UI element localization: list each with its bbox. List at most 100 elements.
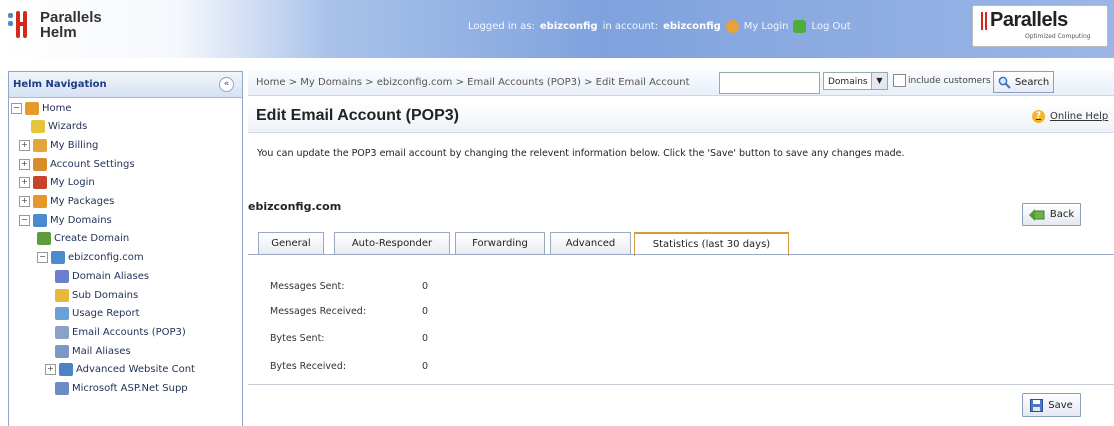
expand-icon[interactable]: + [19, 158, 30, 170]
stat-label-bytes-sent: Bytes Sent: [270, 333, 325, 344]
domain-aliases-icon [55, 269, 69, 283]
aspnet-icon [55, 382, 69, 395]
chevron-down-icon[interactable]: ▼ [871, 73, 887, 89]
domain-icon [51, 251, 65, 265]
sidebar-item-label: ebizconfig.com [68, 252, 144, 264]
login-icon [33, 176, 47, 190]
sidebar-item[interactable]: − Home [11, 99, 72, 117]
sidebar-item-label: Email Accounts (POP3) [72, 326, 186, 338]
sidebar-item[interactable]: Domain Aliases [55, 267, 149, 285]
search-button-label: Search [1014, 76, 1050, 88]
sidebar-item[interactable]: Create Domain [37, 230, 129, 248]
collapse-icon[interactable]: − [19, 214, 30, 226]
account-name: ebizconfig [663, 21, 721, 32]
logged-in-prefix: Logged in as: [468, 21, 535, 32]
user-icon [725, 20, 739, 33]
sidebar-item[interactable]: − ebizconfig.com [37, 249, 144, 267]
stat-label-messages-sent: Messages Sent: [270, 281, 345, 292]
sidebar-item-label: My Billing [50, 139, 99, 151]
tab-advanced[interactable]: Advanced [550, 232, 631, 254]
sidebar-item[interactable]: + My Packages [19, 193, 114, 211]
sidebar-item[interactable]: Wizards [31, 118, 87, 136]
collapse-icon[interactable]: − [11, 102, 22, 114]
parallels-brand-logo: Parallels Optimized Computing [972, 5, 1108, 47]
sidebar-item-label: Advanced Website Cont [76, 364, 195, 376]
collapse-icon[interactable]: − [37, 252, 48, 264]
online-help-link[interactable]: ? Online Help [1032, 110, 1108, 123]
sidebar-header: Helm Navigation « [9, 72, 242, 98]
sidebar-item[interactable]: Usage Report [55, 305, 140, 323]
parallels-bars-icon [981, 12, 987, 30]
search-input[interactable] [719, 72, 820, 94]
app-name-line1: Parallels [40, 9, 102, 26]
tab-divider [248, 254, 1114, 255]
domains-icon [33, 213, 47, 227]
expand-icon[interactable]: + [19, 177, 30, 189]
collapse-icon[interactable]: « [219, 77, 234, 92]
parallels-helm-logo-icon [8, 11, 34, 39]
account-prefix: in account: [602, 21, 659, 32]
domain-name: ebizconfig.com [248, 200, 342, 213]
sidebar-item[interactable]: Email Accounts (POP3) [55, 323, 186, 341]
sidebar-item-label: Usage Report [72, 308, 140, 320]
create-domain-icon [37, 232, 51, 246]
sidebar-item-label: Microsoft ASP.Net Supp [72, 383, 188, 394]
log-out-link[interactable]: Log Out [811, 21, 850, 32]
expand-icon[interactable]: + [19, 196, 30, 207]
sidebar-item-label: My Domains [50, 214, 112, 226]
intro-text: You can update the POP3 email account by… [257, 148, 905, 159]
sidebar-item[interactable]: + Advanced Website Cont [45, 361, 195, 379]
search-scope-select[interactable]: Domains ▼ [823, 72, 888, 90]
brand-name: Parallels [990, 9, 1068, 31]
wizard-icon [31, 120, 45, 134]
save-button-label: Save [1048, 399, 1073, 411]
sidebar-title: Helm Navigation [13, 79, 107, 90]
breadcrumb[interactable]: Home > My Domains > ebizconfig.com > Ema… [256, 77, 690, 88]
navigation-sidebar: Helm Navigation « − Home Wizards + My Billin… [8, 71, 243, 426]
include-customers-checkbox[interactable] [893, 74, 906, 87]
home-icon [25, 101, 39, 115]
stat-label-messages-received: Messages Received: [270, 306, 367, 317]
stat-value-messages-received: 0 [422, 306, 429, 317]
back-button[interactable]: Back [1022, 203, 1081, 226]
tab-forwarding[interactable]: Forwarding [455, 232, 545, 254]
tab-auto-responder[interactable]: Auto-Responder [334, 232, 450, 254]
sub-domains-icon [55, 288, 69, 302]
sidebar-item[interactable]: + Account Settings [19, 155, 135, 173]
sidebar-item[interactable]: + My Login [19, 174, 95, 192]
expand-icon[interactable]: + [19, 139, 30, 151]
stat-value-bytes-received: 0 [422, 361, 429, 372]
page-title: Edit Email Account (POP3) [256, 107, 459, 124]
sidebar-item[interactable]: Sub Domains [55, 286, 138, 304]
logout-icon [793, 20, 807, 33]
sidebar-item-label: My Login [50, 177, 95, 189]
save-button[interactable]: Save [1022, 393, 1081, 417]
sidebar-item[interactable]: + My Billing [19, 136, 98, 154]
stat-value-messages-sent: 0 [422, 281, 429, 292]
usage-report-icon [55, 307, 69, 321]
stat-value-bytes-sent: 0 [422, 333, 429, 344]
sidebar-item-label: Domain Aliases [72, 270, 150, 282]
sidebar-item[interactable]: − My Domains [19, 211, 112, 229]
stat-label-bytes-received: Bytes Received: [270, 361, 347, 372]
section-divider [248, 384, 1114, 385]
expand-icon[interactable]: + [45, 364, 56, 376]
tab-statistics[interactable]: Statistics (last 30 days) [634, 232, 789, 256]
back-button-label: Back [1049, 209, 1075, 220]
search-button[interactable]: Search [993, 71, 1054, 93]
breadcrumb-bar: Home > My Domains > ebizconfig.com > Ema… [248, 69, 1114, 96]
packages-icon [33, 195, 47, 208]
sidebar-item-label: Wizards [48, 121, 88, 133]
sidebar-item-label: My Packages [50, 196, 115, 207]
sidebar-item[interactable]: Mail Aliases [55, 342, 131, 360]
save-disk-icon [1030, 398, 1044, 412]
tab-general[interactable]: General [258, 232, 324, 254]
billing-icon [33, 138, 47, 152]
sidebar-item-label: Sub Domains [72, 289, 139, 301]
my-login-link[interactable]: My Login [744, 21, 789, 32]
helm-logo[interactable]: Parallels Helm [8, 10, 102, 40]
sidebar-item-label: Account Settings [50, 158, 135, 170]
account-settings-icon [33, 157, 47, 171]
email-accounts-icon [55, 325, 69, 339]
sidebar-item[interactable]: Microsoft ASP.Net Supp [55, 380, 188, 398]
